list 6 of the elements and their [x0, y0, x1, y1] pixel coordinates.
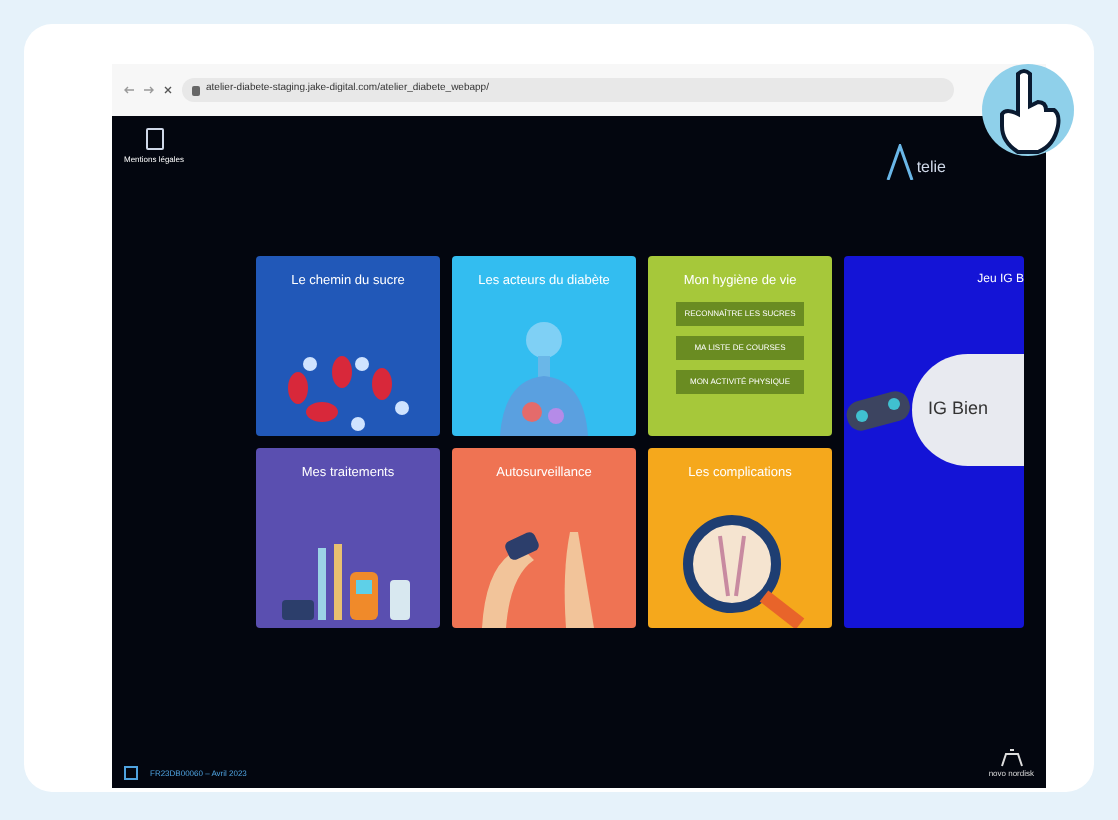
gamepad-icon	[844, 388, 912, 432]
atelier-logo: telie	[886, 144, 946, 180]
forward-icon[interactable]	[144, 86, 154, 94]
lock-icon	[192, 85, 200, 95]
back-icon[interactable]	[124, 86, 134, 94]
close-icon[interactable]	[164, 86, 172, 94]
